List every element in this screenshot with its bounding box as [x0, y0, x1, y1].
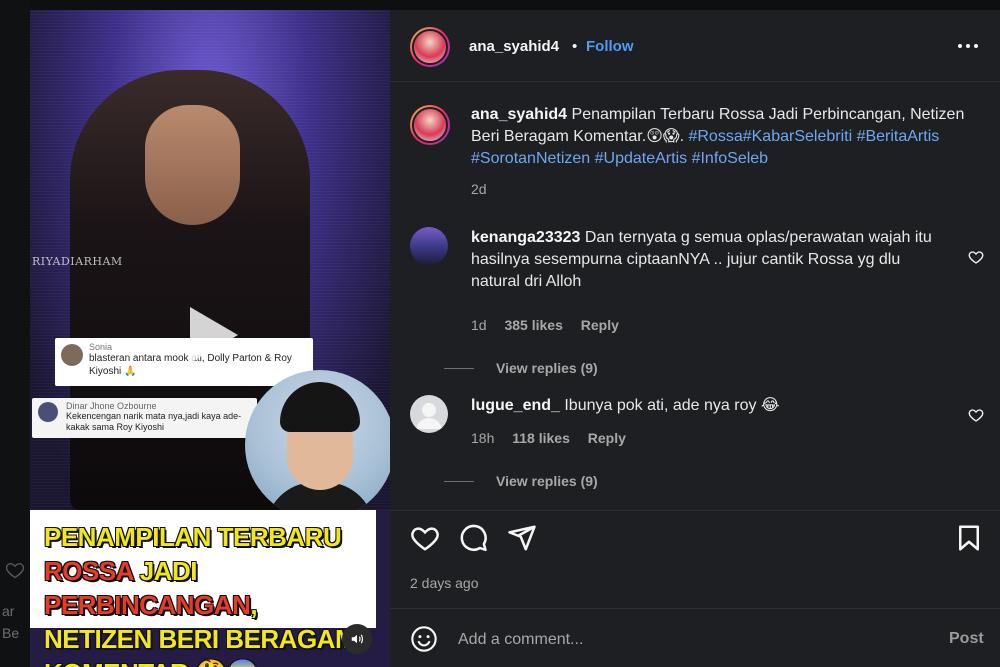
inset-portrait	[245, 370, 390, 520]
like-comment-icon[interactable]	[968, 407, 984, 423]
play-icon[interactable]	[168, 295, 248, 375]
caption-timestamp: 2d	[471, 181, 487, 197]
post-caption: ana_syahid4 Penampilan Terbaru Rossa Jad…	[471, 106, 965, 167]
caption-emoji: 😲😱	[646, 128, 680, 145]
feed-text-fragment: ar	[2, 603, 15, 619]
headline-text: PENAMPILAN TERBARU ROSSA JADI PERBINCANG…	[44, 522, 357, 667]
author-username[interactable]: ana_syahid4	[469, 38, 559, 55]
comment-likes[interactable]: 118 likes	[512, 430, 570, 446]
default-avatar-icon	[416, 403, 442, 429]
view-replies-button[interactable]: View replies (9)	[444, 473, 598, 489]
avatar[interactable]	[410, 105, 450, 145]
emoji-icon[interactable]	[410, 625, 438, 653]
caption-username[interactable]: ana_syahid4	[471, 106, 567, 123]
avatar[interactable]	[410, 227, 448, 265]
add-comment-bar: Post	[390, 608, 1000, 667]
background-feed: ar Be	[0, 0, 30, 667]
watermark: RIYADIARHAM	[32, 255, 123, 268]
comment-meta: 1d 385 likes Reply	[471, 317, 633, 333]
reply-button[interactable]: Reply	[588, 430, 626, 446]
post-comment-button[interactable]: Post	[949, 630, 984, 648]
headline-banner: PENAMPILAN TERBARU ROSSA JADI PERBINCANG…	[30, 510, 376, 667]
avatar[interactable]	[410, 395, 448, 433]
avatar	[38, 402, 58, 422]
bookmark-icon[interactable]	[954, 523, 984, 553]
comment-meta: 18h 118 likes Reply	[471, 430, 640, 446]
comment-body: kenanga23323 Dan ternyata g semua oplas/…	[471, 227, 951, 293]
post-media[interactable]: RIYADIARHAM Sonia blasteran antara mook …	[30, 10, 390, 667]
comment-body: lugue_end_ Ibunya pok ati, ade nya roy 😂	[471, 395, 951, 417]
performer-face	[145, 105, 240, 225]
heart-icon	[5, 563, 25, 579]
comment-text: Ibunya pok ati, ade nya roy 😂	[564, 397, 780, 414]
post-date: 2 days ago	[410, 575, 479, 591]
comment-likes[interactable]: 385 likes	[504, 317, 562, 333]
comment-icon[interactable]	[458, 523, 488, 553]
like-comment-icon[interactable]	[968, 249, 984, 265]
share-icon[interactable]	[507, 523, 537, 553]
avatar[interactable]	[410, 27, 450, 67]
separator-dot: •	[572, 38, 578, 55]
overlay-comment-text: Kekencengan narik mata nya,jadi kaya ade…	[66, 411, 242, 432]
overlay-comment-name: Dinar Jhone Ozbourne	[66, 401, 157, 411]
post-header: ana_syahid4 • Follow	[390, 10, 1000, 82]
comment-input[interactable]	[458, 629, 918, 651]
avatar	[61, 344, 83, 366]
comment-item: lugue_end_ Ibunya pok ati, ade nya roy 😂…	[410, 395, 984, 505]
like-icon[interactable]	[410, 523, 440, 553]
view-replies-button[interactable]: View replies (9)	[444, 360, 598, 376]
comment-item: kenanga23323 Dan ternyata g semua oplas/…	[410, 227, 984, 377]
post-details-panel: ana_syahid4 • Follow ana_syahid4 Penampi…	[390, 10, 1000, 667]
overlay-comment-card: Dinar Jhone Ozbourne Kekencengan narik m…	[32, 398, 257, 438]
comment-time: 18h	[471, 430, 495, 446]
top-strip	[0, 0, 1000, 10]
post-actions: 2 days ago	[390, 510, 1000, 610]
follow-button[interactable]: Follow	[586, 38, 634, 55]
speaker-icon	[351, 634, 363, 644]
reply-button[interactable]: Reply	[581, 317, 619, 333]
comment-time: 1d	[471, 317, 487, 333]
comment-username[interactable]: lugue_end_	[471, 397, 560, 414]
comment-username[interactable]: kenanga23323	[471, 229, 580, 246]
feed-text-fragment: Be	[2, 625, 20, 641]
audio-toggle-button[interactable]	[342, 624, 372, 654]
more-options-icon[interactable]	[956, 36, 980, 56]
